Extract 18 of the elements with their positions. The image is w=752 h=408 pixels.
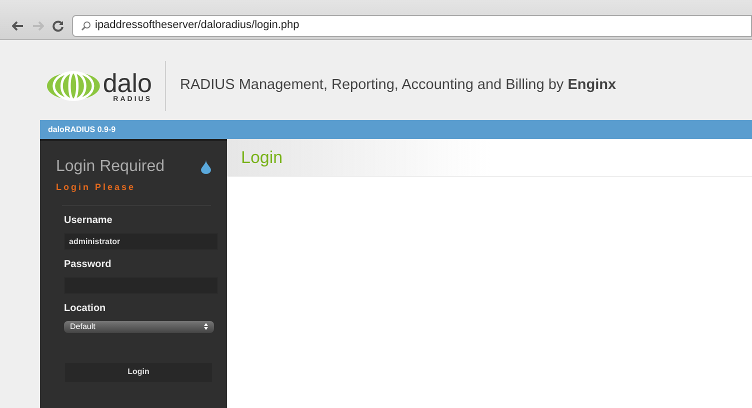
field-label: Username bbox=[64, 214, 114, 228]
page-heading: Login bbox=[241, 146, 283, 169]
address-bar[interactable]: ipaddressoftheserver/daloradius/login.php bbox=[72, 14, 752, 36]
username-field[interactable]: administrator bbox=[64, 232, 218, 250]
sidebar-title: Login Required bbox=[56, 157, 165, 177]
drop-icon bbox=[201, 160, 211, 174]
field-label: Location bbox=[64, 302, 107, 316]
stepper-arrows-icon bbox=[204, 323, 208, 330]
search-icon bbox=[81, 20, 91, 30]
tagline: RADIUS Management, Reporting, Accounting and Billing by Enginx bbox=[180, 76, 616, 96]
back-icon[interactable] bbox=[12, 20, 24, 30]
location-select[interactable]: Default bbox=[64, 320, 214, 332]
login-button[interactable]: Login bbox=[65, 362, 212, 382]
sidebar-subtitle: Login Please bbox=[56, 181, 137, 194]
reload-icon[interactable] bbox=[52, 20, 64, 32]
version-text: daloRADIUS 0.9-9 bbox=[48, 124, 116, 136]
field-label: Password bbox=[64, 258, 112, 272]
url-text: ipaddressoftheserver/daloradius/login.php bbox=[95, 18, 300, 34]
